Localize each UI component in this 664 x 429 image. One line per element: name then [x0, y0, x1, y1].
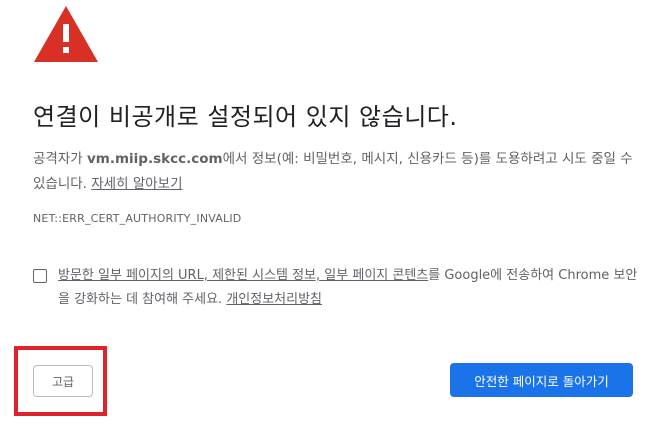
opt-in-label: 방문한 일부 페이지의 URL, 제한된 시스템 정보, 일부 페이지 콘텐츠를…: [58, 264, 638, 312]
ssl-interstitial-page: 연결이 비공개로 설정되어 있지 않습니다. 공격자가 vm.miip.skcc…: [0, 0, 664, 429]
learn-more-link[interactable]: 자세히 알아보기: [91, 176, 182, 192]
warning-triangle-icon: [34, 6, 98, 62]
back-to-safety-button[interactable]: 안전한 페이지로 돌아가기: [450, 363, 633, 397]
advanced-button[interactable]: 고급: [33, 365, 93, 397]
page-title: 연결이 비공개로 설정되어 있지 않습니다.: [33, 103, 458, 131]
host-name: vm.miip.skcc.com: [86, 151, 223, 167]
opt-in-checkbox[interactable]: [33, 269, 47, 283]
opt-in-underlined-text: 방문한 일부 페이지의 URL, 제한된 시스템 정보, 일부 페이지 콘텐츠: [58, 268, 429, 283]
explanation-text: 공격자가 vm.miip.skcc.com에서 정보(예: 비밀번호, 메시지,…: [33, 147, 633, 197]
privacy-policy-link[interactable]: 개인정보처리방침: [226, 292, 322, 307]
explanation-prefix: 공격자가: [33, 151, 87, 167]
error-code: NET::ERR_CERT_AUTHORITY_INVALID: [33, 212, 242, 225]
